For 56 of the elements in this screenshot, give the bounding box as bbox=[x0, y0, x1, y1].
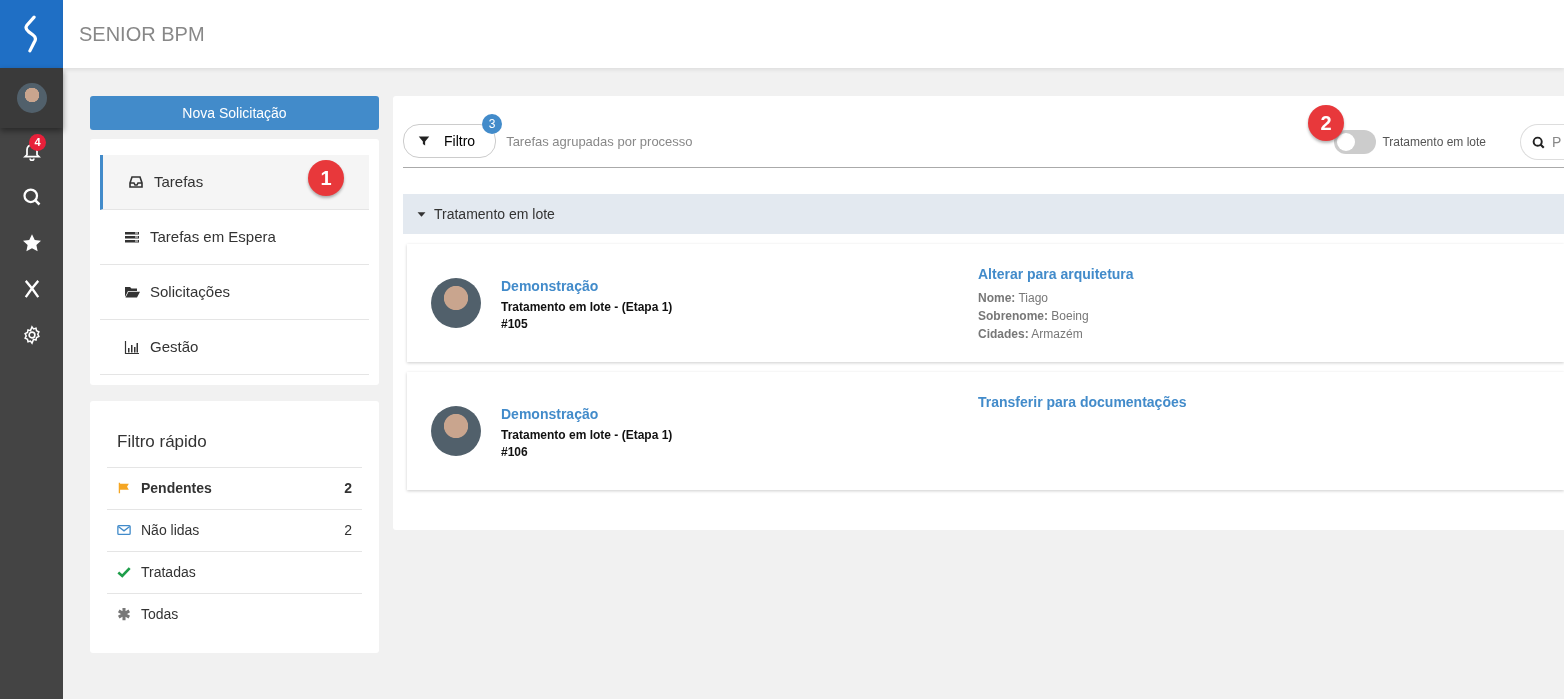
avatar bbox=[431, 406, 481, 456]
process-link[interactable]: Demonstração bbox=[501, 403, 673, 425]
filter-icon bbox=[418, 135, 430, 147]
notification-badge: 4 bbox=[29, 134, 46, 151]
search-field[interactable]: P bbox=[1520, 124, 1564, 160]
filter-count-badge: 3 bbox=[482, 114, 503, 134]
field-text: Sobrenome: Boeing bbox=[978, 308, 1090, 325]
filter-label: Todas bbox=[141, 604, 180, 624]
task-subtitle: Tratamento em lote - (Etapa 1) bbox=[501, 298, 673, 316]
folder-icon bbox=[124, 284, 140, 300]
field-text: Cidades: Armazém bbox=[978, 326, 1084, 343]
inbox-icon bbox=[128, 174, 144, 190]
callout-marker: 2 bbox=[1308, 105, 1344, 141]
quick-filter-item[interactable]: Tratadas bbox=[107, 550, 362, 593]
nav-item[interactable]: Gestão bbox=[100, 320, 369, 375]
envelope-icon bbox=[117, 523, 131, 537]
task-number: #105 bbox=[501, 315, 529, 333]
group-header[interactable]: Tratamento em lote bbox=[403, 194, 1564, 234]
filter-count: 2 bbox=[344, 520, 352, 540]
task-subtitle: Tratamento em lote - (Etapa 1) bbox=[501, 426, 673, 444]
action-link[interactable]: Alterar para arquitetura bbox=[978, 264, 1134, 285]
quick-filter-item[interactable]: Pendentes 2 bbox=[107, 466, 362, 509]
filter-count: 2 bbox=[344, 478, 352, 498]
nav-item[interactable]: Tarefas 1 bbox=[100, 155, 369, 210]
nav-item[interactable]: Solicitações bbox=[100, 265, 369, 320]
filter-label: Não lidas bbox=[141, 520, 201, 540]
action-link[interactable]: Transferir para documentações bbox=[978, 392, 1187, 413]
task-card[interactable]: Demonstração Tratamento em lote - (Etapa 1) #106 Transferir para documentações bbox=[407, 372, 1564, 490]
new-request-button[interactable]: Nova Solicitação bbox=[90, 96, 379, 130]
app-title: SENIOR BPM bbox=[79, 22, 205, 47]
quick-filter-item[interactable]: Não lidas 2 bbox=[107, 508, 362, 551]
nav-item[interactable]: Tarefas em Espera bbox=[100, 210, 369, 265]
batch-toggle-label: Tratamento em lote bbox=[1382, 134, 1486, 151]
bar-chart-icon bbox=[124, 339, 140, 355]
user-avatar[interactable] bbox=[16, 83, 47, 113]
check-icon bbox=[117, 565, 131, 579]
avatar bbox=[431, 278, 481, 328]
star-icon[interactable] bbox=[21, 233, 42, 253]
caret-down-icon bbox=[417, 209, 426, 219]
list-icon bbox=[124, 229, 140, 245]
filter-label: Tratadas bbox=[141, 562, 197, 582]
quick-filter-item[interactable]: Todas bbox=[107, 592, 362, 635]
grouping-hint: Tarefas agrupadas por processo bbox=[506, 133, 693, 151]
search-icon bbox=[1532, 136, 1545, 149]
settings-icon[interactable] bbox=[21, 325, 42, 345]
flag-icon bbox=[117, 481, 131, 495]
callout-marker: 1 bbox=[308, 160, 344, 196]
batch-toggle[interactable] bbox=[1334, 130, 1377, 154]
quick-filter-title: Filtro rápido bbox=[116, 431, 208, 453]
process-link[interactable]: Demonstração bbox=[501, 275, 673, 297]
search-icon[interactable] bbox=[21, 187, 42, 207]
task-card[interactable]: Demonstração Tratamento em lote - (Etapa 1) #105 Alterar para arquitetura Nome: Tiago Sobrenome: Boeing Cidades: Armazém bbox=[407, 244, 1564, 362]
task-number: #106 bbox=[501, 443, 529, 461]
filter-label: Pendentes bbox=[141, 478, 213, 498]
field-text: Nome: Tiago bbox=[978, 290, 1050, 307]
asterisk-icon bbox=[117, 607, 131, 621]
